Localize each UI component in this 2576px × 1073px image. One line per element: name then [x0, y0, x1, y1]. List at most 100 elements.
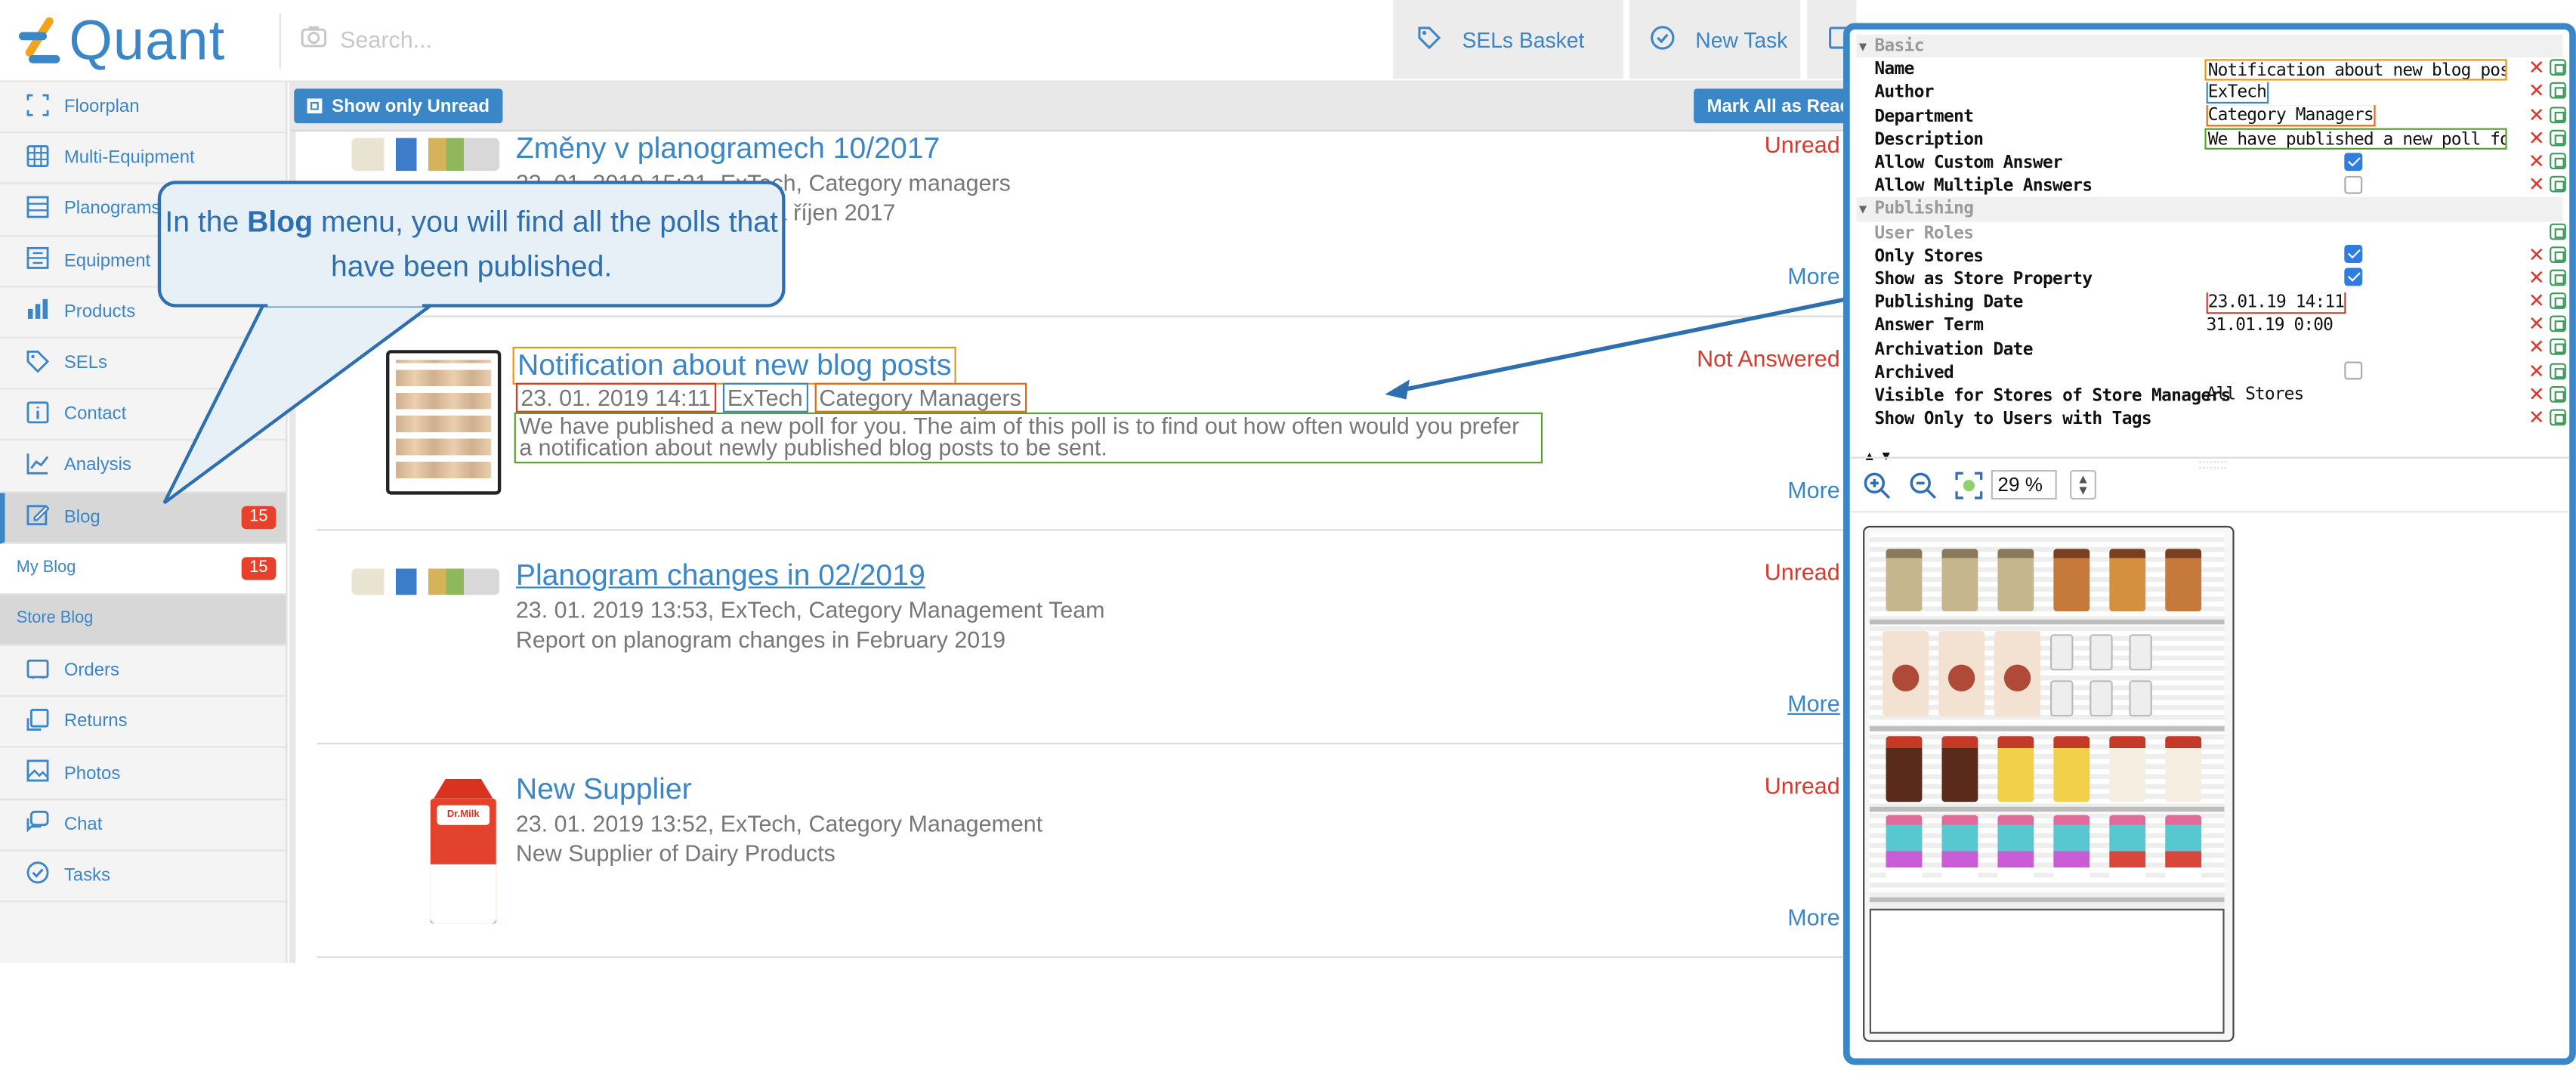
prop-author[interactable]: Author ExTech ✕ — [1856, 81, 2566, 104]
group-publishing[interactable]: ▼ Publishing — [1856, 197, 2563, 221]
sidebar-item-floorplan[interactable]: Floorplan — [0, 82, 286, 134]
clear-icon[interactable]: ✕ — [2528, 151, 2545, 171]
copy-icon[interactable] — [2550, 175, 2566, 193]
copy-icon[interactable] — [2550, 409, 2566, 426]
product-facing — [2090, 680, 2113, 717]
search-input[interactable]: Search... — [301, 23, 432, 54]
sidebar-item-blog[interactable]: Blog 15 — [0, 492, 286, 544]
planogram-preview[interactable] — [1863, 525, 2235, 1042]
clear-icon[interactable]: ✕ — [2528, 244, 2545, 264]
prop-name-value[interactable]: Notification about new blog posts — [2204, 58, 2507, 81]
copy-icon[interactable] — [2550, 316, 2566, 332]
only-stores-checkbox[interactable] — [2344, 245, 2363, 264]
post-title[interactable]: Změny v planogramech 10/2017 — [516, 131, 940, 166]
prop-allow-multiple-answers[interactable]: Allow Multiple Answers ✕ — [1856, 175, 2566, 198]
show-as-store-property-checkbox[interactable] — [2344, 268, 2363, 287]
allow-custom-answer-checkbox[interactable] — [2344, 152, 2363, 171]
prop-only-stores[interactable]: Only Stores ✕ — [1856, 244, 2566, 267]
post-title[interactable]: Planogram changes in 02/2019 — [516, 558, 925, 593]
copy-icon[interactable] — [2550, 269, 2566, 286]
prop-allow-custom-answer[interactable]: Allow Custom Answer ✕ — [1856, 151, 2566, 175]
sidebar-item-tasks[interactable]: Tasks — [0, 851, 286, 902]
sidebar-item-multi-equipment[interactable]: Multi-Equipment — [0, 134, 286, 185]
zoom-stepper[interactable]: ▲ ▼ — [2070, 469, 2096, 500]
prop-description-value[interactable]: We have published a new poll fo... — [2204, 128, 2507, 150]
clear-icon[interactable]: ✕ — [2528, 338, 2545, 357]
copy-icon[interactable] — [2550, 222, 2566, 240]
allow-multiple-answers-checkbox[interactable] — [2344, 175, 2363, 194]
copy-icon[interactable] — [2550, 129, 2566, 147]
clear-icon[interactable]: ✕ — [2528, 104, 2545, 124]
prop-show-as-store-property[interactable]: Show as Store Property ✕ — [1856, 267, 2566, 291]
prop-description[interactable]: Description We have published a new poll … — [1856, 128, 2566, 151]
sidebar-item-orders[interactable]: Orders — [0, 646, 286, 697]
more-link[interactable]: More — [1787, 477, 1839, 503]
collapse-triangle-icon[interactable]: ▼ — [1856, 202, 1869, 217]
sidebar-item-contact[interactable]: Contact — [0, 390, 286, 441]
prop-user-roles[interactable]: User Roles — [1856, 221, 2566, 244]
prop-answer-term-value[interactable]: 31.01.19 0:00 — [2204, 315, 2510, 336]
sidebar-item-my-blog[interactable]: My Blog 15 — [0, 543, 286, 595]
edit-icon — [26, 503, 64, 531]
copy-icon[interactable] — [2550, 385, 2566, 403]
prop-department[interactable]: Department Category Managers ✕ — [1856, 104, 2566, 128]
post-title[interactable]: New Supplier — [516, 772, 692, 807]
clear-icon[interactable]: ✕ — [2528, 267, 2545, 287]
logo[interactable]: Quant — [17, 10, 225, 74]
sels-basket-button[interactable]: SELs Basket — [1393, 0, 1623, 79]
copy-icon[interactable] — [2550, 362, 2566, 379]
prop-author-value[interactable]: ExTech — [2206, 82, 2269, 104]
new-task-button[interactable]: New Task — [1629, 0, 1801, 79]
my-blog-count-badge: 15 — [241, 556, 276, 580]
mark-all-read-button[interactable]: Mark All as Read — [1694, 88, 1864, 124]
clear-icon[interactable]: ✕ — [2528, 81, 2545, 101]
planogram-shelves — [1869, 532, 2225, 908]
blog-post[interactable]: Dr.Milk New Supplier 23. 01. 2019 13:52,… — [317, 744, 1857, 958]
archived-checkbox[interactable] — [2344, 361, 2363, 380]
clear-icon[interactable]: ✕ — [2528, 384, 2545, 404]
prop-publishing-date[interactable]: Publishing Date 23.01.19 14:11 ✕ — [1856, 291, 2566, 314]
zoom-level-input[interactable]: 29 % — [1991, 469, 2057, 500]
copy-icon[interactable] — [2550, 153, 2566, 169]
camera-icon[interactable] — [301, 23, 327, 54]
prop-archived[interactable]: Archived ✕ — [1856, 361, 2566, 385]
sidebar-item-chat[interactable]: Chat — [0, 799, 286, 852]
prop-department-value[interactable]: Category Managers — [2206, 105, 2375, 127]
sidebar-item-photos[interactable]: Photos — [0, 748, 286, 800]
sidebar-item-store-blog[interactable]: Store Blog — [0, 594, 286, 646]
prop-answer-term[interactable]: Answer Term 31.01.19 0:00 ✕ — [1856, 314, 2566, 338]
prop-show-only-users-with-tags[interactable]: Show Only to Users with Tags ✕ — [1856, 407, 2566, 431]
copy-icon[interactable] — [2550, 292, 2566, 309]
clear-icon[interactable]: ✕ — [2528, 361, 2545, 381]
copy-icon[interactable] — [2550, 59, 2566, 76]
clear-icon[interactable]: ✕ — [2528, 291, 2545, 311]
sidebar-item-sels[interactable]: SELs — [0, 339, 286, 390]
prop-visible-for-value[interactable]: All Stores — [2204, 385, 2510, 407]
prop-name[interactable]: Name Notification about new blog posts ✕ — [1856, 58, 2566, 82]
show-only-unread-button[interactable]: Show only Unread — [294, 88, 503, 124]
group-basic[interactable]: ▼ Basic — [1856, 34, 2563, 58]
clear-icon[interactable]: ✕ — [2528, 58, 2545, 78]
prop-visible-for-stores[interactable]: Visible for Stores of Store Managers All … — [1856, 384, 2566, 407]
blog-post[interactable]: Planogram changes in 02/2019 23. 01. 201… — [317, 530, 1857, 745]
blog-post[interactable]: Notification about new blog posts 23. 01… — [317, 317, 1857, 531]
prop-archivation-date[interactable]: Archivation Date ✕ — [1856, 338, 2566, 361]
more-link[interactable]: More — [1787, 263, 1839, 289]
copy-icon[interactable] — [2550, 82, 2566, 100]
sidebar-item-returns[interactable]: Returns — [0, 697, 286, 749]
collapse-triangle-icon[interactable]: ▼ — [1856, 39, 1869, 54]
post-title[interactable]: Notification about new blog posts — [512, 346, 957, 385]
copy-icon[interactable] — [2550, 339, 2566, 356]
clear-icon[interactable]: ✕ — [2528, 128, 2545, 147]
clear-icon[interactable]: ✕ — [2528, 407, 2545, 428]
clear-icon[interactable]: ✕ — [2528, 314, 2545, 334]
copy-icon[interactable] — [2550, 106, 2566, 123]
copy-icon[interactable] — [2550, 246, 2566, 263]
sidebar-item-analysis[interactable]: Analysis — [0, 441, 286, 493]
product-facing — [2129, 634, 2152, 671]
prop-publishing-date-value[interactable]: 23.01.19 14:11 — [2206, 292, 2346, 314]
products-icon — [26, 298, 64, 326]
more-link[interactable]: More — [1787, 904, 1839, 930]
clear-icon[interactable]: ✕ — [2528, 175, 2545, 194]
more-link[interactable]: More — [1787, 690, 1839, 716]
